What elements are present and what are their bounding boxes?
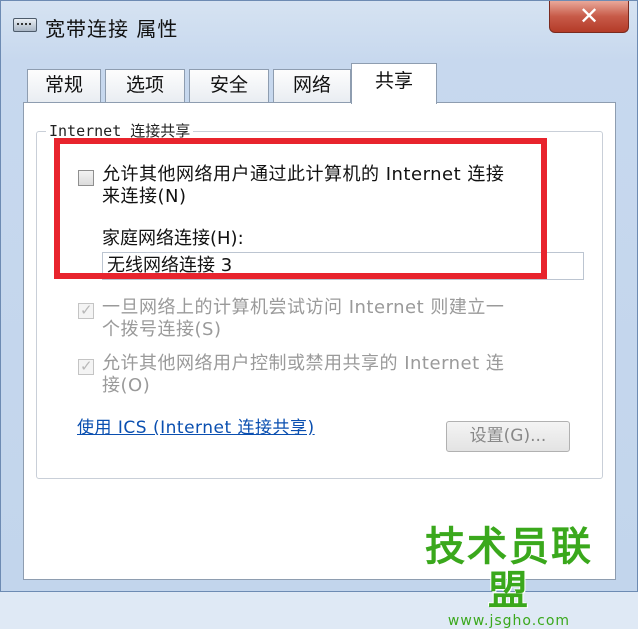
dial-on-demand-label-line1: 一旦网络上的计算机尝试访问 Internet 则建立一 xyxy=(102,297,505,318)
settings-button[interactable]: 设置(G)... xyxy=(446,421,570,452)
home-network-select[interactable]: 无线网络连接 3 xyxy=(102,252,584,280)
ics-group-label: Internet 连接共享 xyxy=(46,120,194,141)
allow-control-label-line1: 允许其他网络用户控制或禁用共享的 Internet 连 xyxy=(102,353,505,374)
tab-security[interactable]: 安全 xyxy=(189,69,269,102)
tab-general[interactable]: 常规 xyxy=(27,69,101,102)
window-title: 宽带连接 属性 xyxy=(45,17,179,41)
ics-help-link[interactable]: 使用 ICS (Internet 连接共享) xyxy=(77,413,315,438)
dial-on-demand-label-line2: 个拨号连接(S) xyxy=(102,319,222,340)
properties-dialog: 宽带连接 属性 ✕ 常规 选项 安全 网络 共享 Internet 连接共享 允… xyxy=(0,0,638,629)
network-connection-icon xyxy=(13,18,37,32)
tab-options[interactable]: 选项 xyxy=(105,69,185,102)
tab-sharing[interactable]: 共享 xyxy=(351,63,437,104)
allow-sharing-label-line1: 允许其他网络用户通过此计算机的 Internet 连接 xyxy=(102,164,505,185)
allow-sharing-checkbox[interactable] xyxy=(78,170,94,186)
tab-networking[interactable]: 网络 xyxy=(273,69,351,102)
dial-on-demand-checkbox[interactable] xyxy=(78,301,94,319)
allow-control-label-line2: 接(O) xyxy=(102,375,151,396)
title-bar[interactable]: 宽带连接 属性 ✕ xyxy=(1,1,637,47)
watermark-title: 技术员联盟 xyxy=(425,524,593,614)
close-button[interactable]: ✕ xyxy=(549,1,629,33)
sharing-panel: Internet 连接共享 允许其他网络用户通过此计算机的 Internet 连… xyxy=(23,102,616,580)
site-watermark: 技术员联盟 www.jsgho.com xyxy=(409,525,609,629)
allow-control-checkbox[interactable] xyxy=(78,357,94,375)
watermark-url: www.jsgho.com xyxy=(447,613,571,629)
allow-sharing-label-line2: 来连接(N) xyxy=(102,186,187,207)
home-network-label: 家庭网络连接(H): xyxy=(102,228,244,249)
